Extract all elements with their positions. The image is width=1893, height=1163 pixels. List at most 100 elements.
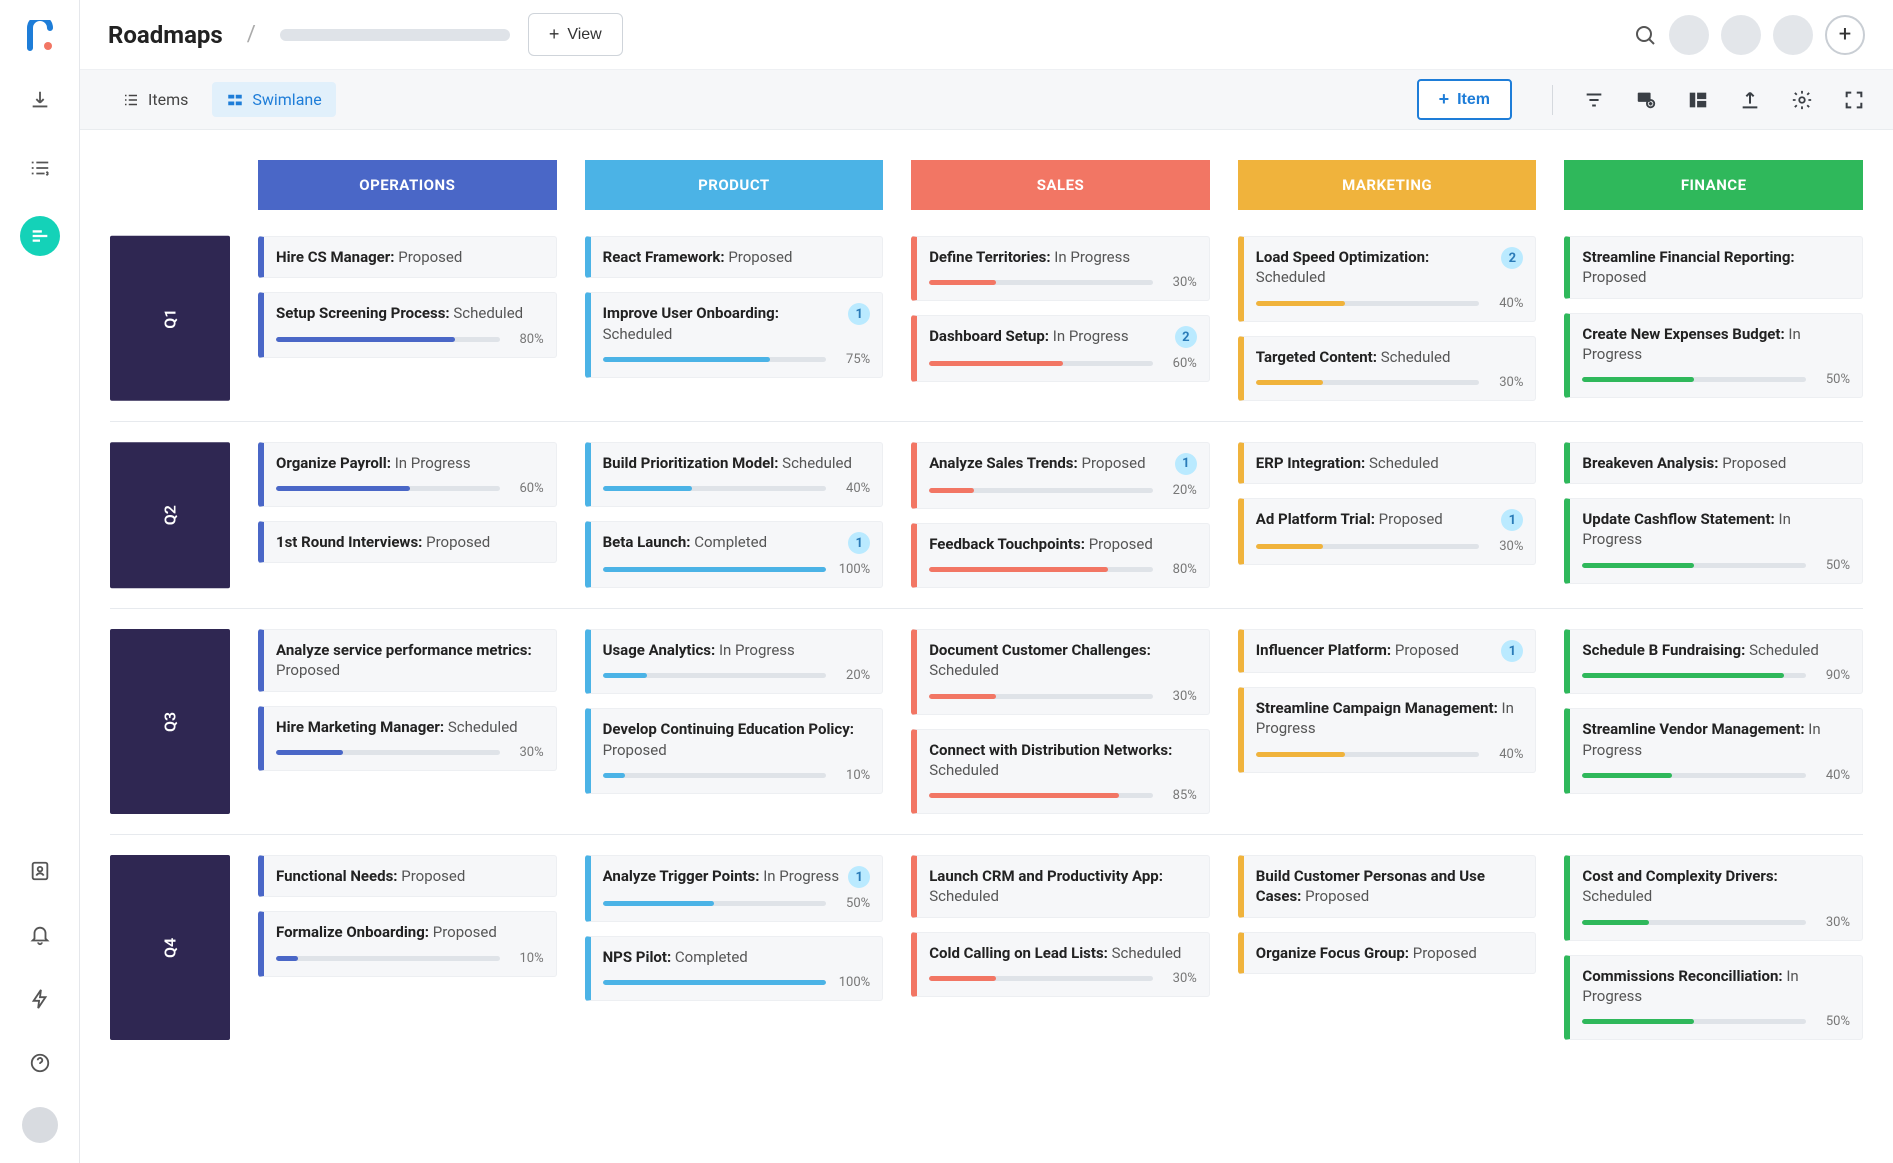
- fullscreen-icon[interactable]: [1843, 89, 1865, 111]
- filter-icon[interactable]: [1583, 89, 1605, 111]
- roadmap-card[interactable]: Connect with Distribution Networks: Sche…: [911, 729, 1210, 815]
- roadmap-card[interactable]: Schedule B Fundraising: Scheduled 90%: [1564, 629, 1863, 694]
- tab-items[interactable]: Items: [108, 82, 202, 117]
- card-title: Develop Continuing Education Policy: Pro…: [603, 719, 871, 760]
- roadmap-card[interactable]: Setup Screening Process: Scheduled80%: [258, 292, 557, 357]
- add-view-button[interactable]: + View: [528, 13, 623, 56]
- card-title: Beta Launch: Completed: [603, 532, 841, 552]
- add-member-button[interactable]: +: [1825, 15, 1865, 55]
- roadmap-card[interactable]: 1st Round Interviews: Proposed: [258, 521, 557, 563]
- roadmap-icon[interactable]: [20, 216, 60, 256]
- progress-row: 60%: [929, 356, 1197, 371]
- progress-percent: 75%: [836, 352, 870, 367]
- progress-row: 30%: [1582, 915, 1850, 930]
- roadmap-card[interactable]: Breakeven Analysis: Proposed: [1564, 442, 1863, 484]
- roadmap-card[interactable]: Build Prioritization Model: Scheduled40%: [585, 442, 884, 507]
- roadmap-card[interactable]: Launch CRM and Productivity App: Schedul…: [911, 855, 1210, 918]
- roadmap-card[interactable]: NPS Pilot: Completed100%: [585, 936, 884, 1001]
- progress-percent: 10%: [510, 951, 544, 966]
- progress-row: 50%: [1582, 558, 1850, 573]
- roadmap-card[interactable]: Update Cashflow Statement: In Progress50…: [1564, 498, 1863, 584]
- progress-bar: [603, 901, 827, 906]
- roadmap-card[interactable]: Influencer Platform: Proposed1: [1238, 629, 1537, 673]
- roadmap-card[interactable]: Organize Payroll: In Progress60%: [258, 442, 557, 507]
- member-avatar-1[interactable]: [1669, 15, 1709, 55]
- layout-icon[interactable]: [1687, 89, 1709, 111]
- contacts-icon[interactable]: [20, 851, 60, 891]
- roadmap-card[interactable]: Streamline Campaign Management: In Progr…: [1238, 687, 1537, 773]
- notifications-icon[interactable]: [20, 915, 60, 955]
- workspace-placeholder: [280, 29, 510, 41]
- roadmap-card[interactable]: ERP Integration: Scheduled: [1238, 442, 1537, 484]
- roadmap-card[interactable]: Load Speed Optimization: Scheduled240%: [1238, 236, 1537, 322]
- roadmap-card[interactable]: Document Customer Challenges: Scheduled3…: [911, 629, 1210, 715]
- roadmap-card[interactable]: Analyze service performance metrics: Pro…: [258, 629, 557, 692]
- roadmap-card[interactable]: React Framework: Proposed: [585, 236, 884, 278]
- progress-bar: [276, 750, 500, 755]
- card-title: Schedule B Fundraising: Scheduled: [1582, 640, 1850, 660]
- roadmap-card[interactable]: Streamline Financial Reporting: Proposed: [1564, 236, 1863, 299]
- roadmap-card[interactable]: Create New Expenses Budget: In Progress5…: [1564, 313, 1863, 399]
- import-icon[interactable]: [20, 80, 60, 120]
- roadmap-card[interactable]: Formalize Onboarding: Proposed10%: [258, 911, 557, 976]
- roadmap-card[interactable]: Beta Launch: Completed1100%: [585, 521, 884, 588]
- link-icon[interactable]: [1635, 89, 1657, 111]
- row-label: Q1: [110, 236, 230, 401]
- roadmap-card[interactable]: Develop Continuing Education Policy: Pro…: [585, 708, 884, 794]
- roadmap-card[interactable]: Usage Analytics: In Progress20%: [585, 629, 884, 694]
- progress-bar: [1582, 773, 1806, 778]
- roadmap-card[interactable]: Analyze Sales Trends: Proposed120%: [911, 442, 1210, 509]
- progress-bar: [929, 488, 1153, 493]
- roadmap-card[interactable]: Streamline Vendor Management: In Progres…: [1564, 708, 1863, 794]
- bolt-icon[interactable]: [20, 979, 60, 1019]
- progress-row: 60%: [276, 481, 544, 496]
- progress-row: 40%: [1256, 747, 1524, 762]
- roadmap-card[interactable]: Define Territories: In Progress30%: [911, 236, 1210, 301]
- roadmap-card[interactable]: Cost and Complexity Drivers: Scheduled30…: [1564, 855, 1863, 941]
- progress-percent: 10%: [836, 768, 870, 783]
- roadmap-card[interactable]: Hire CS Manager: Proposed: [258, 236, 557, 278]
- card-title: Document Customer Challenges: Scheduled: [929, 640, 1197, 681]
- tab-swimlane[interactable]: Swimlane: [212, 82, 335, 117]
- progress-bar: [1582, 920, 1806, 925]
- roadmap-card[interactable]: Cold Calling on Lead Lists: Scheduled30%: [911, 932, 1210, 997]
- roadmap-card[interactable]: Commissions Reconcilliation: In Progress…: [1564, 955, 1863, 1041]
- help-icon[interactable]: [20, 1043, 60, 1083]
- card-title: Analyze Sales Trends: Proposed: [929, 453, 1167, 473]
- progress-percent: 30%: [1816, 915, 1850, 930]
- member-avatar-3[interactable]: [1773, 15, 1813, 55]
- progress-bar: [1256, 752, 1480, 757]
- progress-row: 30%: [929, 275, 1197, 290]
- roadmap-card[interactable]: Ad Platform Trial: Proposed130%: [1238, 498, 1537, 565]
- plus-icon: +: [1439, 89, 1450, 110]
- roadmap-card[interactable]: Organize Focus Group: Proposed: [1238, 932, 1537, 974]
- settings-icon[interactable]: [1791, 89, 1813, 111]
- roadmap-card[interactable]: Functional Needs: Proposed: [258, 855, 557, 897]
- swimlane-cell: Usage Analytics: In Progress20% Develop C…: [585, 629, 884, 814]
- roadmap-card[interactable]: Targeted Content: Scheduled30%: [1238, 336, 1537, 401]
- member-avatar-2[interactable]: [1721, 15, 1761, 55]
- search-icon[interactable]: [1633, 23, 1657, 47]
- progress-percent: 40%: [1489, 296, 1523, 311]
- card-title: Launch CRM and Productivity App: Schedul…: [929, 866, 1197, 907]
- progress-bar: [1582, 563, 1806, 568]
- export-icon[interactable]: [1739, 89, 1761, 111]
- add-item-button[interactable]: + Item: [1417, 79, 1512, 120]
- card-badge: 1: [848, 532, 870, 554]
- swimlane-cell: Influencer Platform: Proposed1 Streamline…: [1238, 629, 1537, 814]
- progress-percent: 90%: [1816, 668, 1850, 683]
- card-title: Influencer Platform: Proposed: [1256, 640, 1494, 660]
- roadmap-card[interactable]: Hire Marketing Manager: Scheduled30%: [258, 706, 557, 771]
- roadmap-card[interactable]: Analyze Trigger Points: In Progress150%: [585, 855, 884, 922]
- view-toolbar: Items Swimlane + Item: [80, 70, 1893, 130]
- roadmap-card[interactable]: Feedback Touchpoints: Proposed80%: [911, 523, 1210, 588]
- list-icon[interactable]: [20, 148, 60, 188]
- roadmap-card[interactable]: Improve User Onboarding: Scheduled175%: [585, 292, 884, 378]
- roadmap-card[interactable]: Dashboard Setup: In Progress260%: [911, 315, 1210, 382]
- swimlane-cell: ERP Integration: Scheduled Ad Platform Tr…: [1238, 442, 1537, 588]
- user-avatar[interactable]: [22, 1107, 58, 1143]
- roadmap-card[interactable]: Build Customer Personas and Use Cases: P…: [1238, 855, 1537, 918]
- progress-row: 75%: [603, 352, 871, 367]
- progress-percent: 80%: [510, 332, 544, 347]
- card-title: Analyze service performance metrics: Pro…: [276, 640, 544, 681]
